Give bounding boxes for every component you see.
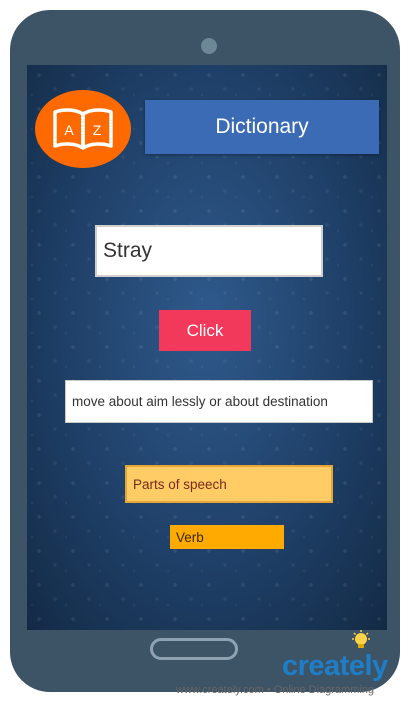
home-button[interactable]	[150, 638, 238, 660]
camera-icon	[201, 38, 217, 54]
parts-of-speech-label: Parts of speech	[125, 465, 333, 503]
meaning-output: move about aim lessly or about destinati…	[65, 380, 373, 423]
logo-letter-z: Z	[93, 122, 102, 138]
phone-frame: A Z Dictionary Click move about aim less…	[10, 10, 400, 692]
logo-letter-a: A	[64, 122, 74, 138]
app-title: Dictionary	[145, 100, 379, 154]
click-button[interactable]: Click	[159, 310, 251, 351]
app-screen: A Z Dictionary Click move about aim less…	[27, 65, 387, 630]
lightbulb-icon	[352, 630, 370, 648]
parts-of-speech-value: Verb	[170, 525, 284, 549]
word-input[interactable]	[95, 225, 323, 277]
watermark-footer: www.creately.com • Online Diagramming	[176, 684, 375, 696]
dictionary-book-icon: A Z	[35, 90, 131, 168]
creately-logo: creately	[282, 650, 388, 682]
book-az-icon: A Z	[53, 108, 113, 150]
